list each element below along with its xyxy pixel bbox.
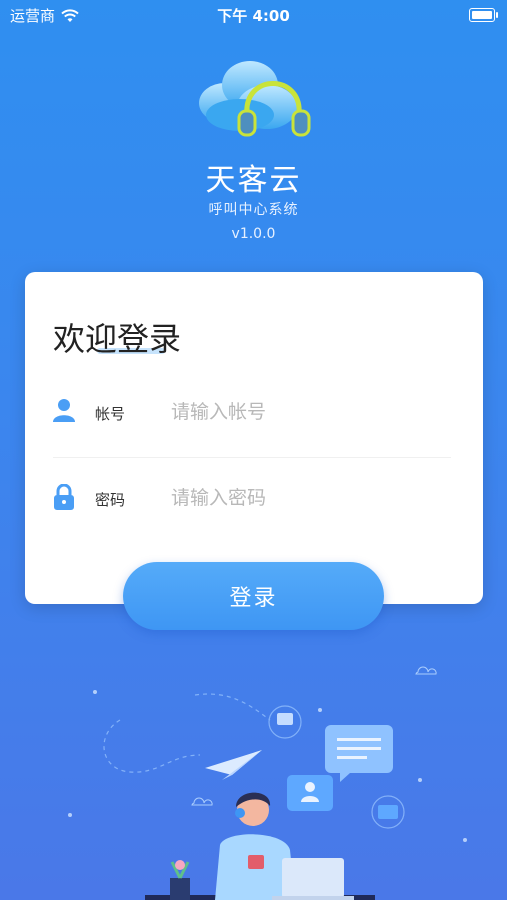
login-screen: 运营商 下午 4:00 天客云 呼叫中心系统 v1.0.0 欢迎登录 帐号 请输… [0,0,507,900]
app-version: v1.0.0 [231,226,276,242]
battery-icon [469,8,498,22]
login-card: 欢迎登录 帐号 密码 [25,272,483,604]
lock-icon [54,484,74,510]
user-icon [53,399,75,422]
account-input[interactable] [171,392,441,432]
welcome-heading: 欢迎登录 [53,320,182,358]
login-button[interactable]: 登录 [123,562,384,630]
status-bar: 运营商 下午 4:00 [0,0,507,30]
field-divider [53,457,451,458]
account-row: 帐号 [53,392,451,432]
cloud-headphones-logo [199,61,311,137]
status-time: 下午 4:00 [217,7,290,25]
app-subtitle: 呼叫中心系统 [208,202,299,218]
password-label: 密码 [95,491,126,509]
app-title: 天客云 [205,163,302,198]
account-label: 帐号 [95,405,126,423]
customer-service-illustration [68,666,467,900]
password-input[interactable] [171,478,441,518]
password-row: 密码 [53,478,451,518]
